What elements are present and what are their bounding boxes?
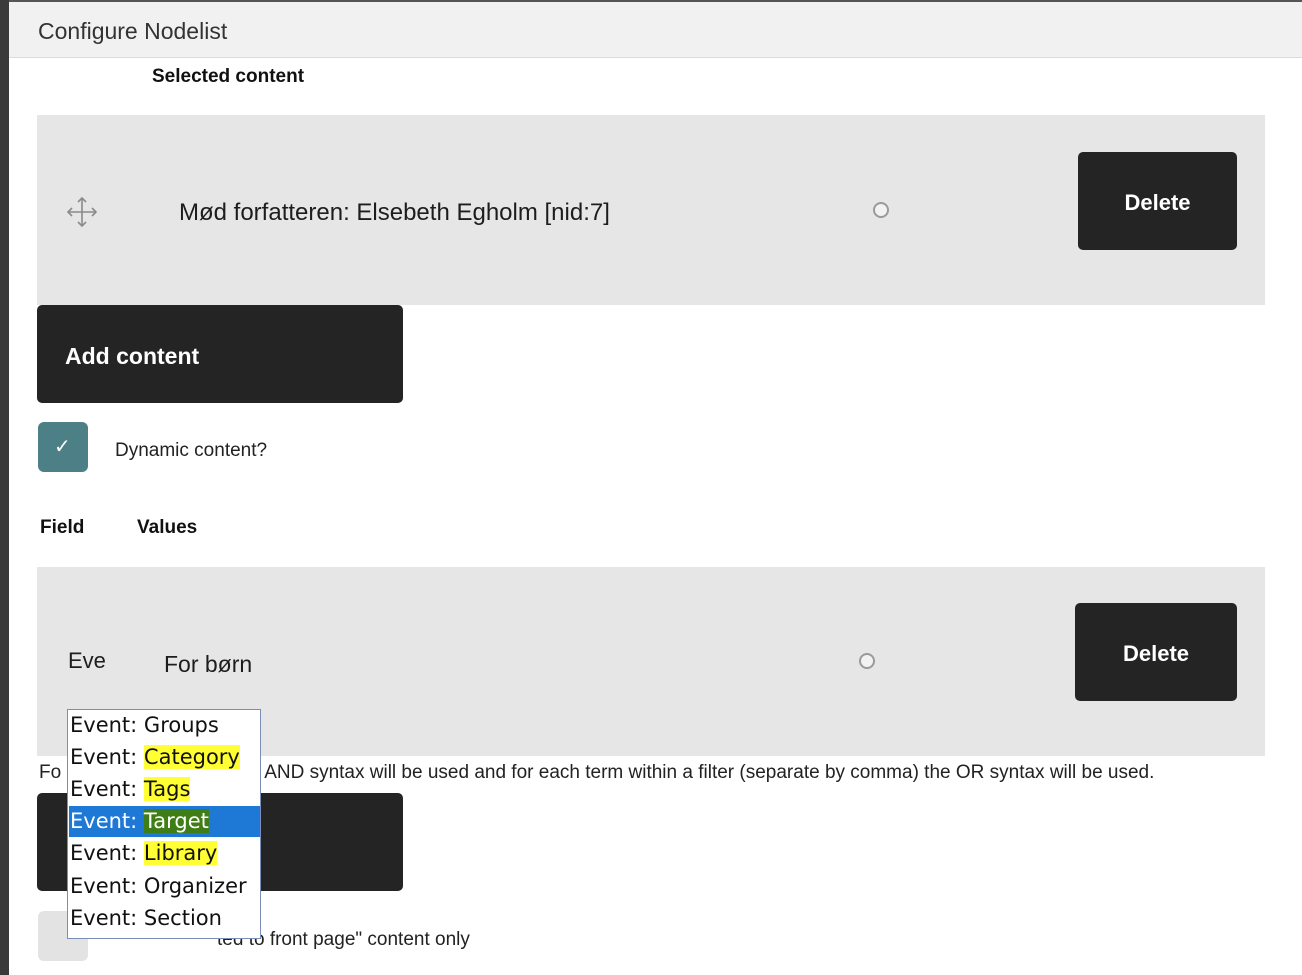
option-term: Organizer	[143, 874, 247, 898]
dialog-title: Configure Nodelist	[38, 18, 228, 44]
option-prefix: Event:	[70, 713, 144, 737]
delete-filter-label: Delete	[1122, 641, 1190, 666]
move-arrows-icon[interactable]	[65, 195, 99, 229]
option-prefix: Event:	[70, 874, 144, 898]
delete-content-label: Delete	[1124, 190, 1191, 215]
dropdown-option[interactable]: Event: Tags	[69, 774, 260, 805]
dropdown-option[interactable]: Event: Section	[69, 903, 260, 934]
add-content-label: Add content	[65, 343, 200, 369]
option-prefix: Event:	[70, 777, 144, 801]
dialog-titlebar: Configure Nodelist	[9, 0, 1302, 58]
dropdown-option[interactable]: Event: Organizer	[69, 871, 260, 902]
filter-value-input[interactable]: For børn	[164, 651, 252, 678]
option-term: Groups	[143, 713, 219, 737]
field-dropdown-list[interactable]: Event: Groups Event: Category Event: Tag…	[67, 709, 261, 939]
selected-content-row: Mød forfatteren: Elsebeth Egholm [nid:7]…	[37, 115, 1265, 305]
option-term: Library	[143, 841, 218, 865]
add-content-button[interactable]: Add content	[37, 305, 403, 403]
selected-content-label: Mød forfatteren: Elsebeth Egholm [nid:7]	[179, 199, 610, 226]
help-text-body: AND syntax will be used and for each ter…	[264, 762, 1155, 783]
dynamic-content-label: Dynamic content?	[115, 440, 268, 461]
option-prefix: Event:	[70, 841, 144, 865]
content-radio[interactable]	[873, 202, 889, 218]
option-term: Section	[143, 906, 222, 930]
option-prefix: Event:	[70, 745, 144, 769]
values-column-header: Values	[137, 517, 198, 538]
option-term: Category	[143, 745, 240, 769]
help-text-prefix: Fo	[39, 762, 62, 783]
dropdown-option-selected[interactable]: Event: Target	[69, 806, 260, 837]
option-prefix: Event:	[70, 809, 144, 833]
check-icon: ✓	[54, 436, 71, 458]
option-term: Target	[143, 809, 209, 833]
selected-content-heading: Selected content	[152, 66, 305, 87]
field-column-header: Field	[40, 517, 85, 538]
dropdown-option[interactable]: Event: Groups	[69, 710, 260, 741]
delete-filter-button[interactable]: Delete	[1075, 603, 1237, 701]
option-prefix: Event:	[70, 906, 144, 930]
option-term: Tags	[143, 777, 191, 801]
delete-content-button[interactable]: Delete	[1078, 152, 1237, 250]
dropdown-option[interactable]: Event: Library	[69, 838, 260, 869]
dynamic-content-checkbox[interactable]: ✓	[38, 422, 88, 472]
dropdown-option[interactable]: Event: Category	[69, 742, 260, 773]
window-edge	[0, 0, 9, 975]
filter-field-select[interactable]: Eve	[68, 648, 106, 674]
filter-radio[interactable]	[859, 653, 875, 669]
